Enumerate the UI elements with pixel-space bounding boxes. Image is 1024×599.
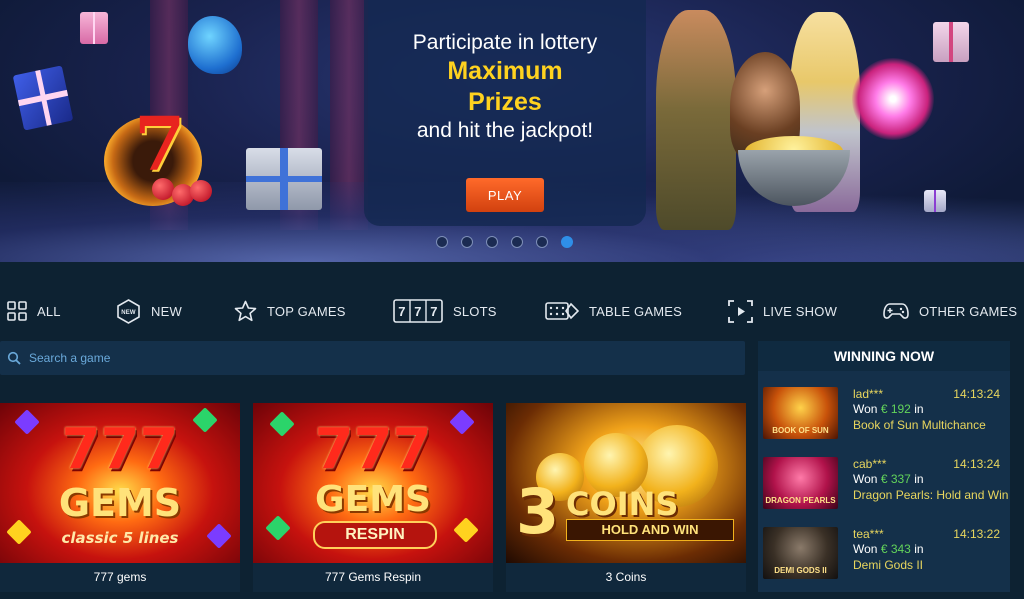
svg-text:7: 7 (414, 304, 421, 319)
thumbnail-text: BOOK OF SUN (772, 426, 829, 435)
carousel-dot[interactable] (536, 236, 548, 248)
gift-icon (80, 12, 108, 44)
gift-icon (246, 148, 322, 210)
lucky-seven-icon: 7 (100, 98, 216, 216)
win-amount-line: Won € 337 in (853, 472, 924, 486)
category-table-games[interactable]: TABLE GAMES (545, 296, 682, 326)
search-input[interactable] (27, 350, 711, 366)
slot-777-icon: 7 7 7 (393, 299, 443, 323)
game-title: 777 Gems Respin (324, 570, 422, 584)
promo-highlight-1: Maximum (447, 57, 563, 85)
category-label: ALL (37, 303, 61, 319)
category-new[interactable]: NEW NEW (116, 296, 182, 326)
svg-text:NEW: NEW (121, 310, 136, 316)
win-time: 14:13:22 (953, 527, 1000, 541)
category-label: OTHER GAMES (919, 303, 1018, 319)
game-thumbnail[interactable]: DRAGON PEARLS (763, 457, 838, 509)
category-label: NEW (151, 303, 182, 319)
winner-entry[interactable]: DRAGON PEARLS cab*** 14:13:24 Won € 337 … (758, 457, 1010, 513)
thumbnail-text: DEMI GODS II (774, 566, 827, 575)
game-art-title: 3 (516, 475, 560, 548)
game-tile[interactable]: 777 GEMS classic 5 lines 777 gems (0, 403, 240, 592)
svg-text:7: 7 (398, 304, 405, 319)
winner-username: lad*** (853, 387, 884, 401)
winner-entry[interactable]: BOOK OF SUN lad*** 14:13:24 Won € 192 in… (758, 387, 1010, 443)
category-slots[interactable]: 7 7 7 SLOTS (393, 296, 497, 326)
magic-orb-icon (852, 58, 934, 140)
game-art-tag: RESPIN (313, 521, 437, 549)
game-art-title: 777 (61, 417, 179, 482)
category-label: SLOTS (453, 303, 497, 319)
game-art-title: 777 (314, 417, 432, 482)
gamepad-icon (883, 303, 909, 319)
carousel-dot[interactable] (511, 236, 523, 248)
win-amount: € 343 (880, 542, 911, 556)
gift-icon (12, 65, 74, 131)
promo-line-1: Participate in lottery (412, 31, 598, 54)
game-tile[interactable]: 3 COINS HOLD AND WIN 3 Coins (506, 403, 746, 592)
game-thumbnail[interactable]: DEMI GODS II (763, 527, 838, 579)
game-art: 777 GEMS classic 5 lines (0, 403, 240, 563)
grid-icon (7, 301, 27, 321)
search-icon (7, 351, 21, 365)
category-nav: ALL NEW NEW TOP GAMES 7 7 7 SLOTS TABLE … (0, 296, 1024, 326)
search-bar[interactable] (0, 341, 745, 375)
category-label: TABLE GAMES (589, 303, 682, 319)
win-amount-line: Won € 343 in (853, 542, 924, 556)
win-time: 14:13:24 (953, 457, 1000, 471)
category-all[interactable]: ALL (7, 296, 61, 326)
game-thumbnail[interactable]: BOOK OF SUN (763, 387, 838, 439)
category-live-show[interactable]: LIVE SHOW (728, 296, 837, 326)
winner-game-link[interactable]: Dragon Pearls: Hold and Win (853, 488, 1008, 502)
game-art-tag: HOLD AND WIN (566, 519, 734, 541)
game-art: 777 GEMS RESPIN (253, 403, 493, 563)
winner-game-link[interactable]: Book of Sun Multichance (853, 418, 986, 432)
winning-now-panel: WINNING NOW BOOK OF SUN lad*** 14:13:24 … (758, 341, 1010, 592)
cards-dice-icon (545, 302, 579, 320)
promo-line-4: and hit the jackpot! (416, 119, 594, 142)
carousel-dot-active[interactable] (561, 236, 573, 248)
winner-username: cab*** (853, 457, 887, 471)
carousel-dot[interactable] (436, 236, 448, 248)
category-top-games[interactable]: TOP GAMES (234, 296, 346, 326)
carousel-dot[interactable] (461, 236, 473, 248)
game-art-subtitle: GEMS (315, 479, 431, 520)
winning-now-title: WINNING NOW (758, 341, 1010, 371)
hero-banner: 7 Participate in lottery Maximum Prizes … (0, 0, 1024, 262)
win-amount: € 337 (880, 472, 911, 486)
category-label: TOP GAMES (267, 303, 346, 319)
category-label: LIVE SHOW (763, 303, 838, 319)
game-art-subtitle: GEMS (58, 481, 182, 525)
game-tile[interactable]: 777 GEMS RESPIN 777 Gems Respin (253, 403, 493, 592)
game-art: 3 COINS HOLD AND WIN (506, 403, 746, 563)
winner-username: tea*** (853, 527, 884, 541)
svg-text:7: 7 (430, 304, 437, 319)
promo-highlight-2: Prizes (468, 88, 542, 116)
game-art-subtitle: COINS (566, 485, 679, 523)
new-badge-icon: NEW (117, 298, 140, 324)
play-button[interactable]: PLAY (466, 178, 544, 212)
game-title: 3 Coins (605, 570, 647, 584)
game-art-tag: classic 5 lines (61, 529, 179, 547)
winner-game-link[interactable]: Demi Gods II (853, 558, 923, 572)
dolphin-icon (188, 16, 242, 74)
live-play-icon (728, 299, 753, 323)
carousel-dot[interactable] (486, 236, 498, 248)
carousel-dots (436, 236, 573, 248)
star-icon (234, 300, 257, 322)
thumbnail-text: DRAGON PEARLS (765, 496, 836, 505)
game-title: 777 gems (93, 570, 147, 584)
win-amount-line: Won € 192 in (853, 402, 924, 416)
win-amount: € 192 (880, 402, 911, 416)
promo-panel: Participate in lottery Maximum Prizes an… (364, 0, 646, 226)
category-other-games[interactable]: OTHER GAMES (883, 296, 1017, 326)
win-time: 14:13:24 (953, 387, 1000, 401)
winner-entry[interactable]: DEMI GODS II tea*** 14:13:22 Won € 343 i… (758, 527, 1010, 583)
